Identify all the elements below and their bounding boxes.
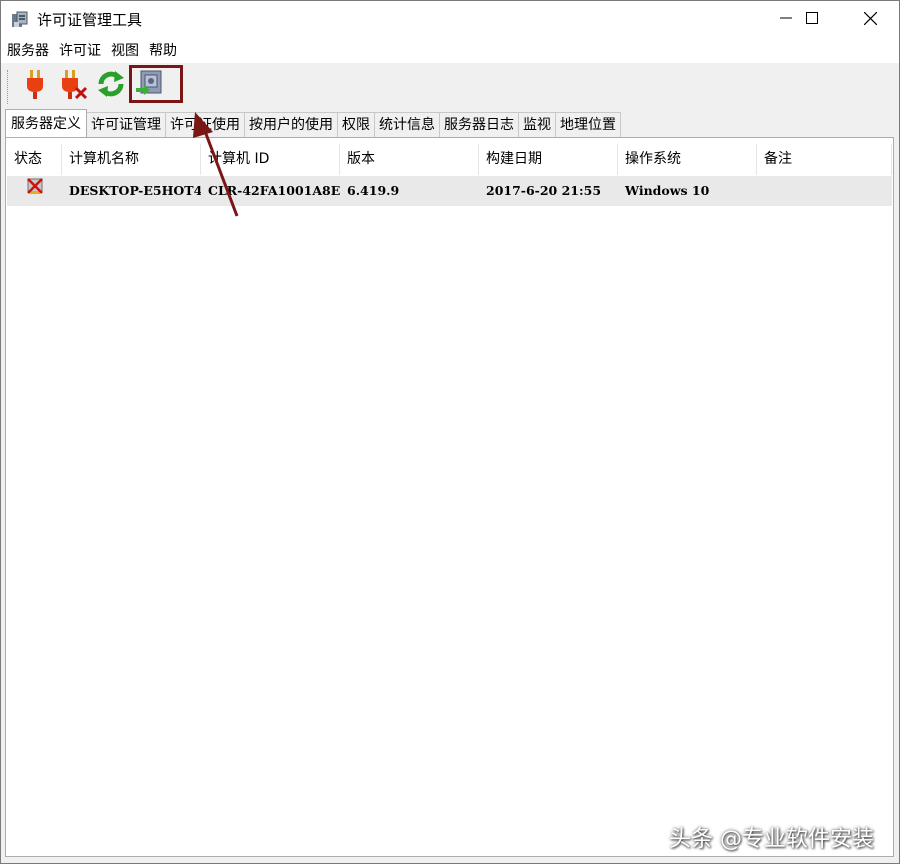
list-header: 状态 计算机名称 计算机 ID 版本 构建日期 操作系统 备注 xyxy=(7,144,892,175)
highlight-box xyxy=(129,65,183,103)
menu-help[interactable]: 帮助 xyxy=(144,39,182,63)
server-error-icon xyxy=(25,176,45,206)
maximize-icon xyxy=(806,12,818,28)
tab-monitor[interactable]: 监视 xyxy=(518,112,556,137)
toolbar-grip[interactable] xyxy=(7,70,11,104)
plug-connect-icon xyxy=(22,68,48,104)
tab-statistics[interactable]: 统计信息 xyxy=(374,112,440,137)
menu-license[interactable]: 许可证 xyxy=(54,39,106,63)
menu-bar: 服务器 许可证 视图 帮助 xyxy=(1,39,899,63)
maximize-button[interactable] xyxy=(789,1,835,39)
app-icon xyxy=(11,11,29,29)
server-list-panel: 状态 计算机名称 计算机 ID 版本 构建日期 操作系统 备注 DESKTOP-… xyxy=(5,137,894,857)
refresh-icon xyxy=(96,69,126,103)
annotation-arrow xyxy=(193,112,239,217)
menu-view[interactable]: 视图 xyxy=(106,39,144,63)
tab-bar: 服务器定义 许可证管理 许可证使用 按用户的使用 权限 统计信息 服务器日志 监… xyxy=(5,109,621,137)
refresh-button[interactable] xyxy=(93,67,129,105)
title-bar: 许可证管理工具 xyxy=(1,1,899,39)
row-note xyxy=(757,176,892,206)
menu-server[interactable]: 服务器 xyxy=(1,39,54,63)
tab-server-log[interactable]: 服务器日志 xyxy=(439,112,519,137)
toolbar xyxy=(1,64,899,108)
disconnect-button[interactable] xyxy=(55,67,91,105)
watermark-text: 头条 @专业软件安装 xyxy=(669,827,874,852)
close-icon xyxy=(863,11,877,29)
table-row[interactable]: DESKTOP-E5HOT4U CLR-42FA1001A8E 6.419.9 … xyxy=(7,176,892,206)
tab-license-management[interactable]: 许可证管理 xyxy=(86,112,166,137)
row-version: 6.419.9 xyxy=(347,183,400,198)
window-title: 许可证管理工具 xyxy=(37,11,143,29)
connect-button[interactable] xyxy=(17,67,53,105)
row-build-date: 2017-6-20 21:55 xyxy=(486,183,602,198)
row-os: Windows 10 xyxy=(625,183,710,198)
tab-usage-by-user[interactable]: 按用户的使用 xyxy=(244,112,338,137)
plug-disconnect-icon xyxy=(58,68,88,104)
column-header-version[interactable]: 版本 xyxy=(340,144,479,175)
tab-server-definition[interactable]: 服务器定义 xyxy=(5,109,87,137)
column-header-build-date[interactable]: 构建日期 xyxy=(479,144,618,175)
column-header-os[interactable]: 操作系统 xyxy=(618,144,757,175)
row-status xyxy=(7,176,62,206)
app-window: 许可证管理工具 服务器 许可证 视图 帮助 服务器定义 许可证管理 按用户的使用… xyxy=(0,0,900,864)
tab-permissions[interactable]: 权限 xyxy=(337,112,375,137)
tab-location[interactable]: 地理位置 xyxy=(555,112,621,137)
column-header-note[interactable]: 备注 xyxy=(757,144,892,175)
column-header-status[interactable]: 状态 xyxy=(7,144,62,175)
close-button[interactable] xyxy=(847,1,893,39)
